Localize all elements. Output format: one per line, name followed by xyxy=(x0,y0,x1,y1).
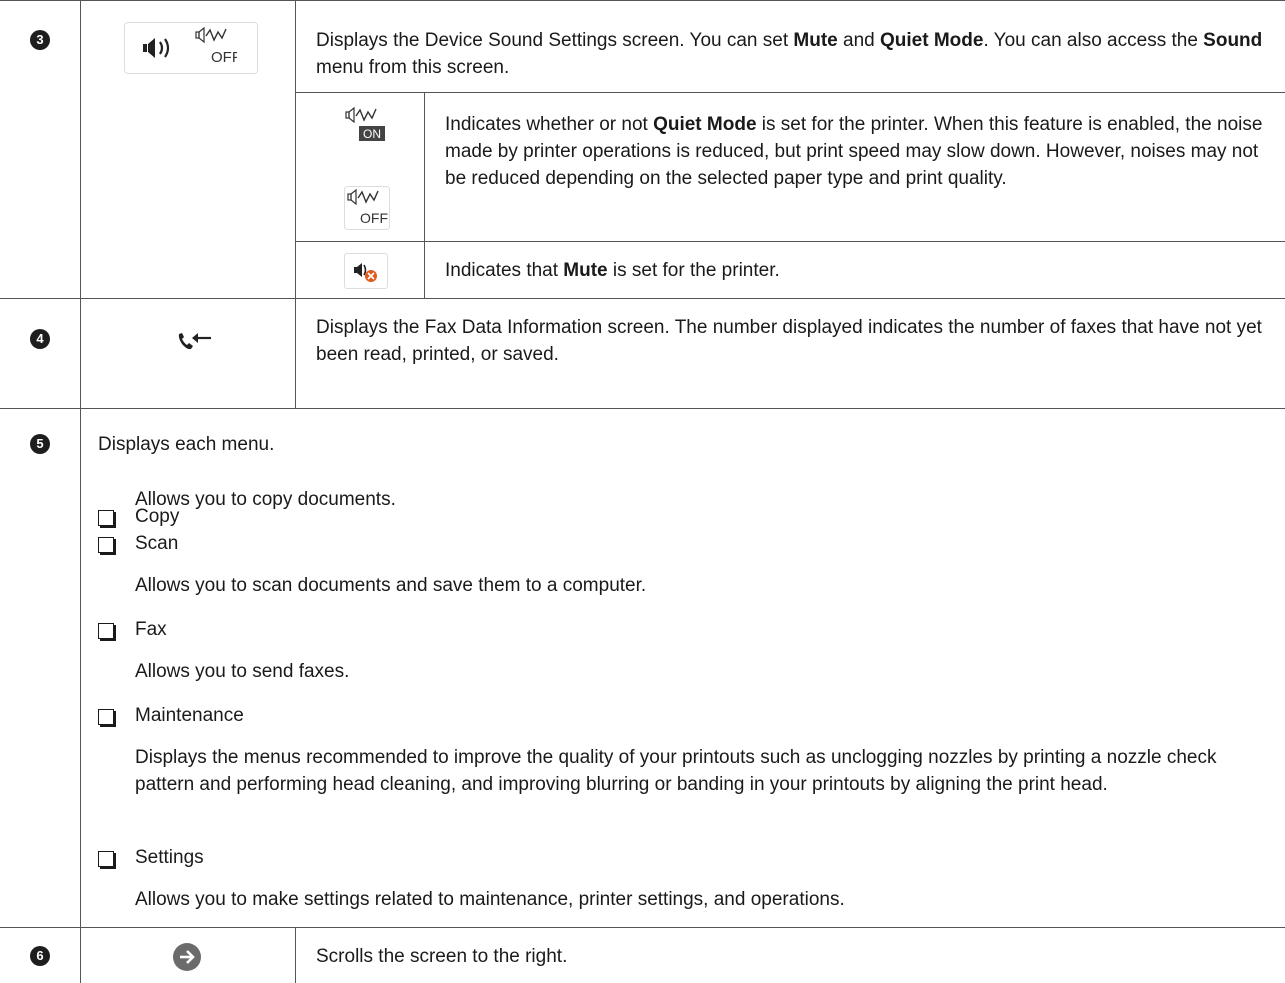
sound-settings-icon-group: OFF xyxy=(124,22,258,74)
callout-number-badge: 5 xyxy=(30,434,50,454)
callout-number-badge: 6 xyxy=(30,946,50,966)
quiet-mode-description: Indicates whether or not Quiet Mode is s… xyxy=(445,114,1263,189)
fax-data-icon xyxy=(176,330,216,362)
quiet-mode-on-icon: ON xyxy=(344,106,390,154)
menu-item-label: Settings xyxy=(135,847,204,868)
quiet-mode-off-icon: OFF xyxy=(195,26,241,76)
menu-item-label: Fax xyxy=(135,619,167,640)
callout-number-badge: 4 xyxy=(30,329,50,349)
column-divider xyxy=(295,0,296,408)
column-divider xyxy=(295,927,296,983)
callout-number-badge: 3 xyxy=(30,30,50,50)
row-divider xyxy=(295,241,1285,242)
row-divider xyxy=(0,298,1285,299)
menu-item-description: Allows you to copy documents. xyxy=(135,489,396,510)
menu-item-description: Allows you to scan documents and save th… xyxy=(135,575,647,596)
checkbox-bullet-icon xyxy=(98,537,114,553)
menu-item-description: Displays the menus recommended to improv… xyxy=(135,747,1217,795)
row-4-description: Displays the Fax Data Information screen… xyxy=(316,317,1262,365)
column-divider xyxy=(80,0,81,983)
checkbox-bullet-icon xyxy=(98,623,114,639)
svg-text:OFF: OFF xyxy=(211,49,237,66)
mute-icon xyxy=(344,253,388,289)
checkbox-bullet-icon xyxy=(98,709,114,725)
svg-text:OFF: OFF xyxy=(360,210,388,226)
menu-item-label: Scan xyxy=(135,533,179,554)
arrow-right-icon xyxy=(172,942,202,980)
mute-description: Indicates that Mute is set for the print… xyxy=(445,260,780,281)
row-6-description: Scrolls the screen to the right. xyxy=(316,946,568,967)
menu-item-description: Allows you to send faxes. xyxy=(135,661,350,682)
menu-item-description: Allows you to make settings related to m… xyxy=(135,889,845,910)
row-divider xyxy=(0,927,1285,928)
row-3-description: Displays the Device Sound Settings scree… xyxy=(316,30,1263,78)
speaker-icon xyxy=(143,37,177,67)
row-divider xyxy=(0,408,1285,409)
checkbox-bullet-icon xyxy=(98,510,114,526)
row-divider xyxy=(0,0,1285,1)
svg-text:ON: ON xyxy=(363,127,381,141)
menu-item-label: Maintenance xyxy=(135,705,244,726)
checkbox-bullet-icon xyxy=(98,851,114,867)
row-5-intro: Displays each menu. xyxy=(98,434,275,455)
row-divider xyxy=(295,92,1285,93)
quiet-mode-off-icon: OFF xyxy=(344,186,390,238)
column-divider xyxy=(424,92,425,298)
